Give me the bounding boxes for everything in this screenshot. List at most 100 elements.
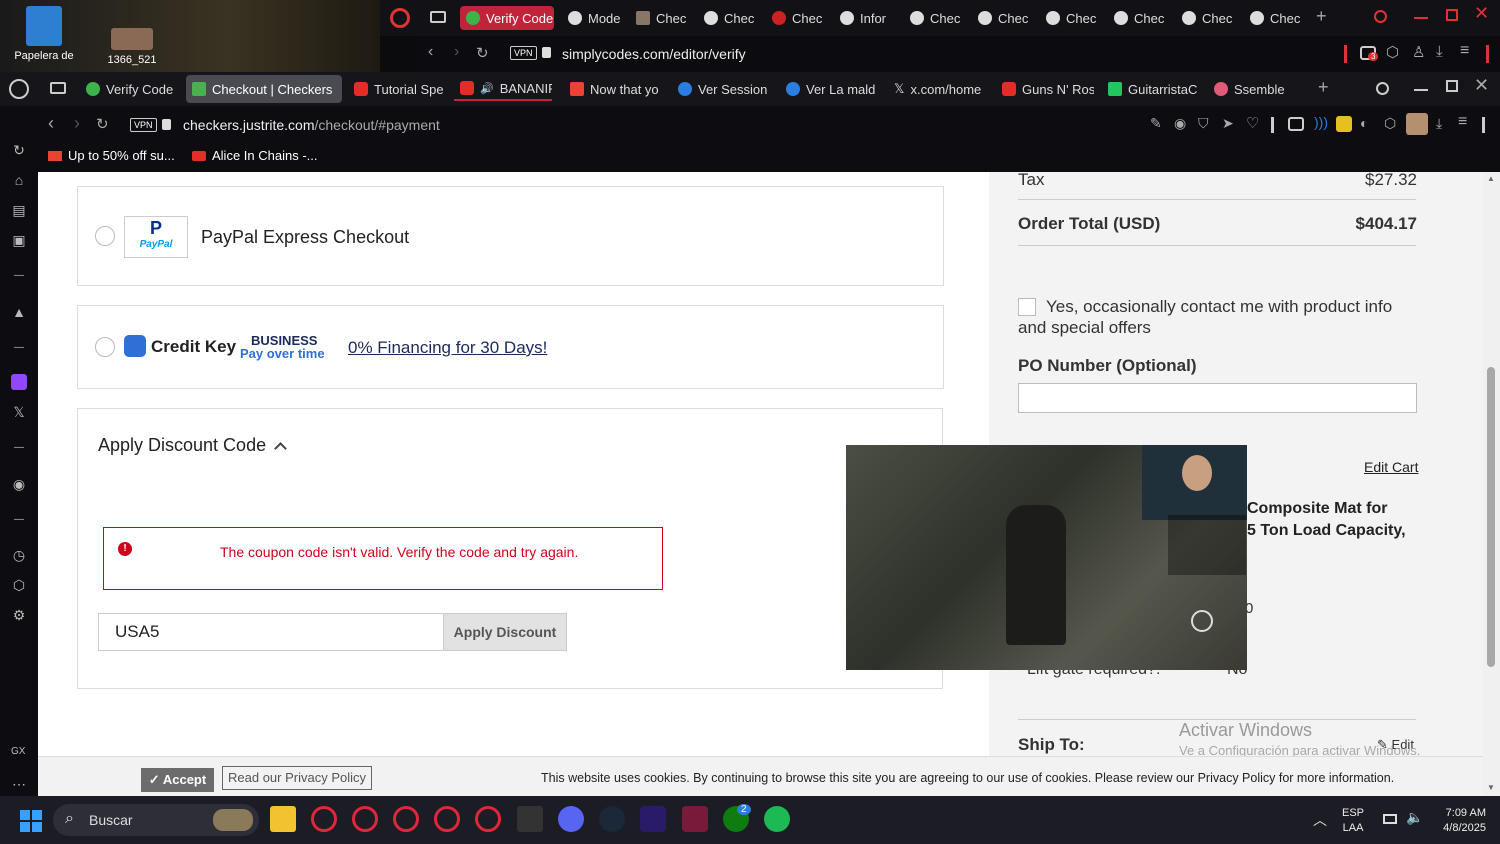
audio-wave-icon[interactable]: ))) <box>1314 114 1328 130</box>
settings-gear-icon[interactable]: ⚙ <box>11 607 27 623</box>
opera-taskbar-icon[interactable] <box>393 806 419 832</box>
tab-manager-icon[interactable] <box>430 11 446 23</box>
apply-discount-button[interactable]: Apply Discount <box>443 613 567 651</box>
bookmark-item[interactable]: Up to 50% off su... <box>48 148 175 163</box>
financing-link[interactable]: 0% Financing for 30 Days! <box>348 338 547 358</box>
vpn-badge[interactable]: VPN <box>510 46 537 60</box>
opera-icon[interactable] <box>9 79 29 99</box>
maximize-icon[interactable] <box>1446 9 1458 21</box>
outer-tab[interactable]: Mode <box>562 6 622 30</box>
windows-start-icon[interactable] <box>20 810 42 832</box>
paypal-radio[interactable] <box>95 226 115 246</box>
opera-taskbar-icon[interactable] <box>434 806 460 832</box>
po-number-input[interactable] <box>1018 383 1417 413</box>
chevron-up-icon[interactable]: ︿ <box>1313 810 1327 830</box>
language-indicator[interactable]: ESP LAA <box>1342 806 1364 836</box>
x-logo-icon[interactable]: 𝕏 <box>11 404 27 420</box>
steam-icon[interactable] <box>599 806 625 832</box>
avatar[interactable] <box>1406 113 1428 135</box>
outer-tab[interactable]: Infor <box>834 6 896 30</box>
inner-tab[interactable]: 🔊 BANANIR <box>454 77 552 101</box>
epic-games-icon[interactable] <box>517 806 543 832</box>
edit-icon[interactable]: ✎ <box>1150 115 1162 132</box>
scroll-down-icon[interactable]: ▼ <box>1487 783 1495 792</box>
creditkey-option-card[interactable]: Credit Key BUSINESS Pay over time 0% Fin… <box>77 305 944 389</box>
close-icon[interactable]: ✕ <box>1474 3 1489 24</box>
new-tab-plus-icon[interactable]: + <box>1316 6 1327 27</box>
vpn-badge[interactable]: VPN <box>130 118 157 132</box>
discount-toggle[interactable]: Apply Discount Code <box>98 435 287 456</box>
outer-tab[interactable]: Chec <box>630 6 690 30</box>
build-icon[interactable]: ⌂ <box>11 172 27 188</box>
clock-icon[interactable]: ◷ <box>11 547 27 563</box>
inner-tab[interactable]: Guns N' Ros <box>996 77 1094 101</box>
network-icon[interactable] <box>1383 814 1397 824</box>
opera-gx-icon[interactable] <box>390 8 410 28</box>
reload-icon[interactable]: ↻ <box>96 115 109 133</box>
desktop-icon-recycle-bin[interactable]: Papelera de <box>4 6 84 62</box>
player-icon[interactable] <box>1288 117 1304 131</box>
outer-tab[interactable]: Chec <box>698 6 758 30</box>
more-icon[interactable]: ⋯ <box>11 776 27 792</box>
download-icon[interactable]: ⤓ <box>1436 115 1442 132</box>
accept-cookies-button[interactable]: ✓ Accept <box>141 768 214 792</box>
profile-icon[interactable]: ♙ <box>1412 43 1425 61</box>
outer-tab[interactable]: Chec <box>1244 6 1304 30</box>
inner-tab[interactable]: Ver La mald <box>780 77 878 101</box>
outer-tab[interactable]: Chec <box>1108 6 1168 30</box>
inner-url[interactable]: checkers.justrite.com/checkout/#payment <box>183 117 440 133</box>
vegas-icon[interactable] <box>682 806 708 832</box>
clock[interactable]: 7:09 AM 4/8/2025 <box>1434 806 1486 836</box>
back-icon[interactable]: ‹ <box>428 43 433 61</box>
shield-icon[interactable]: ⛉ <box>1198 115 1209 132</box>
cube-icon[interactable]: ⬡ <box>1386 43 1399 61</box>
creditkey-radio[interactable] <box>95 337 115 357</box>
discount-code-input[interactable] <box>98 613 444 651</box>
inner-tab[interactable]: Verify Code <box>80 77 178 101</box>
taskbar-search[interactable]: ⌕ Buscar <box>53 804 259 836</box>
search-tabs-icon[interactable] <box>1374 10 1387 23</box>
inner-tab[interactable]: Ssemble <box>1208 77 1298 101</box>
inner-tab[interactable]: GuitarristaC <box>1102 77 1200 101</box>
close-icon[interactable]: ✕ <box>1474 75 1489 96</box>
privacy-policy-button[interactable]: Read our Privacy Policy <box>222 766 372 790</box>
send-icon[interactable]: ➤ <box>1222 115 1234 132</box>
outer-url[interactable]: simplycodes.com/editor/verify <box>562 46 746 62</box>
cube-icon[interactable]: ⬡ <box>11 577 27 593</box>
camera-icon[interactable]: ◉ <box>1174 115 1186 132</box>
desktop-icon-image[interactable]: 1366_521 <box>92 6 172 66</box>
menu-icon[interactable]: ≡ <box>1458 113 1467 131</box>
opera-taskbar-icon[interactable] <box>352 806 378 832</box>
outer-tab[interactable]: Chec <box>766 6 826 30</box>
opera-gx-taskbar-icon[interactable] <box>311 806 337 832</box>
minimize-icon[interactable] <box>1414 89 1428 91</box>
reload-icon[interactable]: ↻ <box>476 44 489 62</box>
premiere-pro-icon[interactable] <box>640 806 666 832</box>
outer-tab[interactable]: Verify Code <box>460 6 554 30</box>
edit-cart-link[interactable]: Edit Cart <box>1364 459 1418 475</box>
minimize-icon[interactable] <box>1414 17 1428 19</box>
inner-tab[interactable]: Ver Session <box>672 77 770 101</box>
paypal-option-card[interactable]: P PayPal PayPal Express Checkout <box>77 186 944 286</box>
history-icon[interactable]: ↻ <box>11 142 27 158</box>
aria-icon[interactable]: ▲ <box>11 304 27 320</box>
spotify-icon[interactable]: ◉ <box>11 476 27 492</box>
mail-icon[interactable]: ▣ <box>11 232 27 248</box>
video-pip[interactable] <box>846 445 1247 670</box>
opera-taskbar-icon[interactable] <box>475 806 501 832</box>
inner-tab[interactable]: Tutorial Spe <box>348 77 444 101</box>
maximize-icon[interactable] <box>1446 80 1458 92</box>
discord-icon[interactable] <box>558 806 584 832</box>
inner-tab[interactable]: 𝕏x.com/home <box>888 77 988 101</box>
forward-icon[interactable]: › <box>74 113 80 134</box>
new-tab-plus-icon[interactable]: + <box>1318 77 1329 98</box>
bookmark-item[interactable]: Alice In Chains -... <box>192 148 318 163</box>
twitch-icon[interactable] <box>11 374 27 390</box>
scroll-up-icon[interactable]: ▲ <box>1487 174 1495 183</box>
extension-icon[interactable] <box>1336 116 1352 132</box>
forward-icon[interactable]: › <box>454 43 459 61</box>
wallet-icon[interactable]: ▤ <box>11 202 27 218</box>
volume-icon[interactable]: 🔈 <box>1406 809 1423 826</box>
file-explorer-icon[interactable] <box>270 806 296 832</box>
scroll-thumb[interactable] <box>1487 367 1495 667</box>
